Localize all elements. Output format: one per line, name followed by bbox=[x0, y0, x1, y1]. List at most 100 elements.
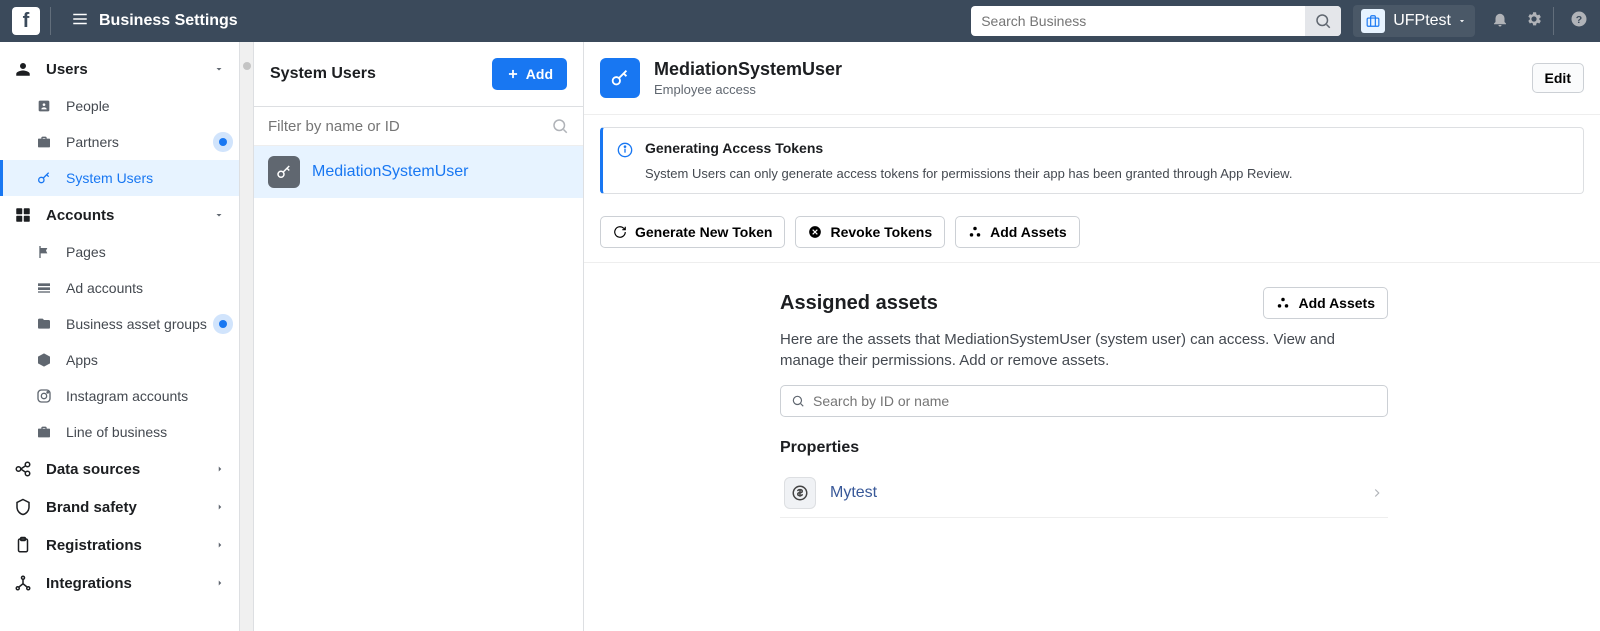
sidebar-item-label: Business asset groups bbox=[66, 316, 207, 332]
global-search-button[interactable] bbox=[1305, 6, 1341, 36]
clipboard-icon bbox=[14, 536, 34, 554]
notification-dot-icon bbox=[219, 138, 227, 146]
account-switcher[interactable]: UFPtest bbox=[1353, 5, 1475, 37]
list-title: System Users bbox=[270, 65, 376, 83]
notifications-icon[interactable] bbox=[1491, 10, 1509, 33]
chevron-right-icon bbox=[1370, 486, 1384, 500]
sidebar-item-label: Line of business bbox=[66, 424, 167, 440]
badge-icon bbox=[36, 98, 56, 114]
sidebar-section-data-sources[interactable]: Data sources bbox=[0, 450, 239, 488]
sidebar-section-label: Integrations bbox=[46, 575, 132, 592]
detail-subtitle: Employee access bbox=[654, 82, 842, 97]
list-item-name: MediationSystemUser bbox=[312, 163, 469, 181]
sidebar-section-label: Users bbox=[46, 61, 88, 78]
sidebar-section-integrations[interactable]: Integrations bbox=[0, 564, 239, 602]
sidebar-section-brand-safety[interactable]: Brand safety bbox=[0, 488, 239, 526]
briefcase-icon bbox=[36, 424, 56, 440]
sidebar-section-label: Data sources bbox=[46, 461, 140, 478]
search-icon bbox=[551, 117, 569, 135]
briefcase-icon bbox=[36, 134, 56, 150]
topbar-divider-2 bbox=[1553, 7, 1554, 35]
sidebar-item-instagram[interactable]: Instagram accounts bbox=[0, 378, 239, 414]
key-icon bbox=[600, 58, 640, 98]
briefcase-icon bbox=[1361, 9, 1385, 33]
grid-icon bbox=[36, 280, 56, 296]
assets-search-input[interactable] bbox=[813, 393, 1377, 409]
sidebar-item-label: Apps bbox=[66, 352, 98, 368]
users-icon bbox=[14, 60, 34, 78]
facebook-logo[interactable]: f bbox=[12, 7, 40, 35]
asset-group-label: Properties bbox=[780, 439, 1388, 457]
asset-row[interactable]: Mytest bbox=[780, 469, 1388, 518]
add-button-label: Add bbox=[526, 66, 553, 82]
chevron-down-icon bbox=[213, 63, 225, 75]
data-sources-icon bbox=[14, 460, 34, 478]
sidebar-item-label: Ad accounts bbox=[66, 280, 143, 296]
filter-input[interactable] bbox=[268, 118, 551, 135]
generate-token-button[interactable]: Generate New Token bbox=[600, 216, 785, 248]
sidebar-item-label: System Users bbox=[66, 170, 153, 186]
help-icon[interactable]: ? bbox=[1570, 10, 1588, 33]
revoke-tokens-button[interactable]: Revoke Tokens bbox=[795, 216, 945, 248]
sidebar-item-ad-accounts[interactable]: Ad accounts bbox=[0, 270, 239, 306]
sidebar-section-label: Brand safety bbox=[46, 499, 137, 516]
assets-description: Here are the assets that MediationSystem… bbox=[780, 329, 1388, 371]
sidebar-item-asset-groups[interactable]: Business asset groups bbox=[0, 306, 239, 342]
sidebar-section-label: Accounts bbox=[46, 207, 114, 224]
page-title: Business Settings bbox=[99, 12, 238, 30]
caret-down-icon bbox=[1457, 16, 1467, 26]
scrollbar-thumb[interactable] bbox=[243, 62, 251, 70]
info-icon bbox=[617, 142, 633, 181]
sidebar-item-pages[interactable]: Pages bbox=[0, 234, 239, 270]
chevron-down-icon bbox=[213, 209, 225, 221]
button-label: Revoke Tokens bbox=[830, 224, 932, 240]
chevron-right-icon bbox=[215, 464, 225, 474]
add-system-user-button[interactable]: Add bbox=[492, 58, 567, 90]
sidebar-section-label: Registrations bbox=[46, 537, 142, 554]
chevron-right-icon bbox=[215, 578, 225, 588]
settings-icon[interactable] bbox=[1525, 10, 1543, 33]
global-search-input[interactable] bbox=[971, 13, 1305, 29]
sidebar-item-system-users[interactable]: System Users bbox=[0, 160, 239, 196]
edit-button[interactable]: Edit bbox=[1532, 63, 1584, 93]
sidebar-scrollbar[interactable] bbox=[240, 42, 254, 631]
sidebar-item-label: Instagram accounts bbox=[66, 388, 188, 404]
sidebar-section-accounts[interactable]: Accounts bbox=[0, 196, 239, 234]
folder-icon bbox=[36, 316, 56, 332]
instagram-icon bbox=[36, 388, 56, 404]
list-column: System Users Add MediationSystemUser bbox=[254, 42, 584, 631]
integrations-icon bbox=[14, 574, 34, 592]
sidebar-section-registrations[interactable]: Registrations bbox=[0, 526, 239, 564]
sidebar-item-label: Partners bbox=[66, 134, 119, 150]
menu-icon[interactable] bbox=[71, 10, 89, 33]
box-icon bbox=[36, 352, 56, 368]
notification-dot-icon bbox=[219, 320, 227, 328]
add-assets-button[interactable]: Add Assets bbox=[955, 216, 1080, 248]
info-body: System Users can only generate access to… bbox=[645, 166, 1292, 181]
chevron-right-icon bbox=[215, 502, 225, 512]
button-label: Add Assets bbox=[990, 224, 1067, 240]
detail-pane: MediationSystemUser Employee access Edit… bbox=[584, 42, 1600, 631]
key-icon bbox=[268, 156, 300, 188]
detail-title: MediationSystemUser bbox=[654, 59, 842, 80]
account-name: UFPtest bbox=[1393, 12, 1451, 30]
sidebar-item-label: Pages bbox=[66, 244, 106, 260]
dollar-icon bbox=[784, 477, 816, 509]
flag-icon bbox=[36, 244, 56, 260]
assets-heading: Assigned assets bbox=[780, 292, 938, 315]
chevron-right-icon bbox=[215, 540, 225, 550]
global-search bbox=[971, 6, 1341, 36]
sidebar-item-apps[interactable]: Apps bbox=[0, 342, 239, 378]
sidebar-item-lob[interactable]: Line of business bbox=[0, 414, 239, 450]
list-item-system-user[interactable]: MediationSystemUser bbox=[254, 146, 583, 198]
sidebar-item-people[interactable]: People bbox=[0, 88, 239, 124]
sidebar-section-users[interactable]: Users bbox=[0, 50, 239, 88]
sidebar-item-partners[interactable]: Partners bbox=[0, 124, 239, 160]
accounts-icon bbox=[14, 206, 34, 224]
button-label: Add Assets bbox=[1298, 295, 1375, 311]
key-icon bbox=[36, 170, 56, 186]
topbar-divider bbox=[50, 7, 51, 35]
sidebar-item-label: People bbox=[66, 98, 110, 114]
info-box: Generating Access Tokens System Users ca… bbox=[600, 127, 1584, 194]
add-assets-button-secondary[interactable]: Add Assets bbox=[1263, 287, 1388, 319]
